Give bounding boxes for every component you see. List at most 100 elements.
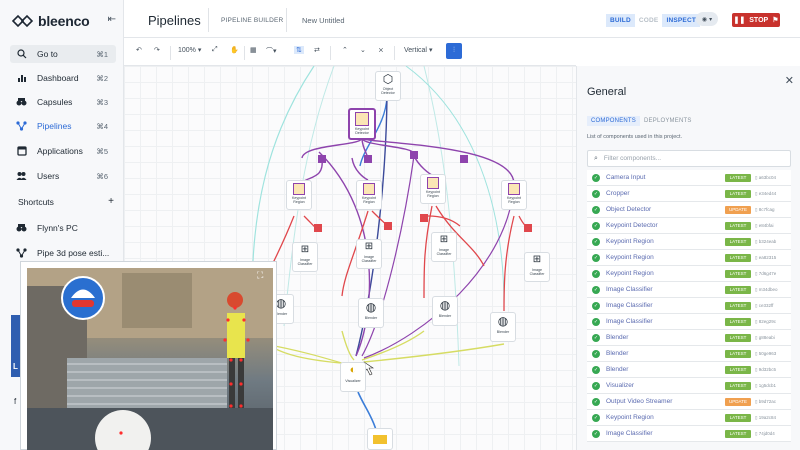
sidebar-item-users[interactable]: Users ⌘6 [10, 167, 116, 185]
connection-dropdown[interactable]: ◉ ▾ [696, 12, 718, 26]
layout-select[interactable]: Vertical ▾ [404, 46, 433, 55]
tab-code[interactable]: CODE [635, 14, 663, 27]
component-row[interactable]: ✓ Keypoint Region LATEST ▯ ea82315 [587, 250, 791, 266]
component-row[interactable]: ✓ Output Video Streamer UPDATE ▯ b9d72ac [587, 394, 791, 410]
divider [330, 46, 331, 60]
node-image-classifier[interactable]: ⊞ Image Classifier [292, 242, 318, 272]
document-name[interactable]: New Untitled [302, 16, 345, 25]
collapse-icon[interactable]: ⨯ [378, 46, 384, 54]
settings-sliders-icon[interactable]: ⫶ [446, 43, 462, 59]
video-preview-window[interactable]: ⛶ [20, 261, 277, 450]
filter-components-input[interactable]: ⌕ Filter components... [587, 150, 791, 167]
component-row[interactable]: ✓ Blender LATEST ▯ 50ge963 [587, 346, 791, 362]
undo-icon[interactable]: ↶ [136, 46, 142, 54]
component-row[interactable]: ✓ Image Classifier LATEST ▯ 82eg29c [587, 314, 791, 330]
node-object-detector[interactable]: ⬡ Object Detector [375, 71, 401, 101]
fit-screen-icon[interactable]: ⤢ [212, 46, 218, 54]
component-row[interactable]: ✓ Image Classifier LATEST ▯ ce332ff [587, 298, 791, 314]
add-shortcut-button[interactable]: + [108, 197, 114, 207]
component-row[interactable]: ✓ Keypoint Detector LATEST ▯ e84bfai [587, 218, 791, 234]
version-badge: LATEST [725, 173, 751, 182]
pan-hand-icon[interactable]: ✋ [230, 46, 239, 54]
check-icon: ✓ [592, 301, 600, 310]
node-keypoint-region[interactable]: Keypoint Region [501, 180, 527, 210]
sidebar-item-pipelines[interactable]: Pipelines ⌘4 [10, 117, 116, 135]
component-row[interactable]: ✓ Visualizer LATEST ▯ 1g5dcb1 [587, 378, 791, 394]
version-badge: LATEST [725, 189, 751, 198]
region-icon [427, 177, 439, 189]
connection-style-icon[interactable]: ⌒▾ [266, 46, 277, 56]
sidebar-item-capsules[interactable]: Capsules ⌘3 [10, 93, 116, 111]
chevron-down-icon: ▾ [428, 47, 433, 54]
component-row[interactable]: ✓ Image Classifier LATEST ▯ 74jd0d4 [587, 426, 791, 442]
node-keypoint-region[interactable]: Keypoint Region [356, 180, 382, 210]
stop-button[interactable]: ❚❚ STOP ⚑ [732, 13, 780, 27]
logo[interactable]: bleenco ⇤ [12, 12, 116, 30]
chevron-up-icon[interactable]: ⌃ [342, 46, 348, 54]
check-icon: ✓ [592, 221, 600, 230]
collapse-sidebar-icon[interactable]: ⇤ [108, 14, 116, 25]
component-row[interactable]: ✓ Keypoint Region LATEST ▯ b324eab [587, 234, 791, 250]
vertical-layout-icon[interactable]: ⇅ [294, 46, 304, 54]
tab-deployments[interactable]: DEPLOYMENTS [640, 116, 696, 126]
component-row[interactable]: ✓ Keypoint Region LATEST ▯ 19a2c84 [587, 410, 791, 426]
commit-hash: ▯ 50ge963 [755, 351, 791, 357]
commit-hash: ▯ 8c7fcag [755, 207, 791, 213]
shortcut-hint: ⌘5 [96, 146, 108, 156]
component-name: Image Classifier [606, 286, 653, 293]
component-name: Output Video Streamer [606, 398, 673, 405]
blender-icon: ◍ [439, 298, 451, 312]
node-blender[interactable]: ◍ Blender [432, 296, 458, 326]
chevron-down-icon[interactable]: ⌄ [360, 46, 366, 54]
commit-hash: ▯ b324eab [755, 239, 791, 245]
horizontal-layout-icon[interactable]: ⇄ [314, 46, 320, 54]
node-image-classifier[interactable]: ⊞ Image Classifier [524, 252, 550, 282]
hash-text: b9d72ac [758, 398, 777, 404]
component-row[interactable]: ✓ Keypoint Region LATEST ▯ 7d6g47e [587, 266, 791, 282]
sidebar-item-applications[interactable]: Applications ⌘5 [10, 142, 116, 160]
tab-build[interactable]: BUILD [606, 14, 635, 27]
node-keypoint-region[interactable]: Keypoint Region [286, 180, 312, 210]
close-icon[interactable]: ✕ [785, 74, 794, 87]
node-blender[interactable]: ◍ Blender [490, 312, 516, 342]
component-row[interactable]: ✓ Image Classifier LATEST ▯ m34dbeo [587, 282, 791, 298]
sidebar-item-dashboard[interactable]: Dashboard ⌘2 [10, 69, 116, 87]
sidebar-item-go-to[interactable]: Go to ⌘1 [10, 45, 116, 63]
node-visualizer[interactable]: ◐ Visualizer [340, 362, 366, 392]
check-icon: ✓ [592, 253, 600, 262]
version-badge: LATEST [725, 429, 751, 438]
grid-icon[interactable]: ▦ [250, 46, 257, 54]
node-image-classifier[interactable]: ⊞ Image Classifier [356, 239, 382, 269]
component-row[interactable]: ✓ Blender LATEST ▯ g88eabi [587, 330, 791, 346]
shortcut-item-flynns-pc[interactable]: Flynn's PC [10, 219, 116, 237]
classifier-icon: ⊞ [364, 241, 374, 252]
hash-text: b324eab [758, 238, 777, 244]
check-icon: ✓ [592, 333, 600, 342]
node-blender[interactable]: ◍ Blender [358, 298, 384, 328]
component-name: Object Detector [606, 206, 652, 213]
node-keypoint-detector[interactable]: Keypoint Detector [348, 108, 376, 140]
zoom-select[interactable]: 100% ▾ [178, 46, 201, 55]
node-image-classifier[interactable]: ⊞ Image Classifier [431, 232, 457, 262]
component-row[interactable]: ✓ Camera Input LATEST ▯ a63bc04 [587, 170, 791, 186]
shortcut-item-pipe-3d-pose[interactable]: Pipe 3d pose esti... [10, 244, 116, 262]
node-keypoint-region[interactable]: Keypoint Region [420, 174, 446, 204]
check-icon: ✓ [592, 269, 600, 278]
commit-hash: ▯ g88eabi [755, 335, 791, 341]
component-row[interactable]: ✓ Blender LATEST ▯ 9d32bc5 [587, 362, 791, 378]
commit-hash: ▯ 9d32bc5 [755, 367, 791, 373]
component-row[interactable]: ✓ Object Detector UPDATE ▯ 8c7fcag [587, 202, 791, 218]
tab-components[interactable]: COMPONENTS [587, 116, 641, 126]
shortcut-label: Flynn's PC [37, 223, 78, 233]
sidebar-item-label: Applications [37, 146, 83, 156]
expand-icon[interactable]: ⛶ [257, 270, 269, 282]
tab-inspect[interactable]: INSPECT [662, 14, 701, 27]
node-output-streamer[interactable] [367, 428, 393, 450]
component-row[interactable]: ✓ Cropper LATEST ▯ e34ed44 [587, 186, 791, 202]
keypoint-icon [355, 112, 369, 126]
bleenco-logo-icon [12, 14, 34, 28]
check-icon: ✓ [592, 429, 600, 438]
redo-icon[interactable]: ↷ [154, 46, 160, 54]
hash-text: e84bfai [758, 222, 774, 228]
blender-icon: ◍ [365, 300, 377, 314]
